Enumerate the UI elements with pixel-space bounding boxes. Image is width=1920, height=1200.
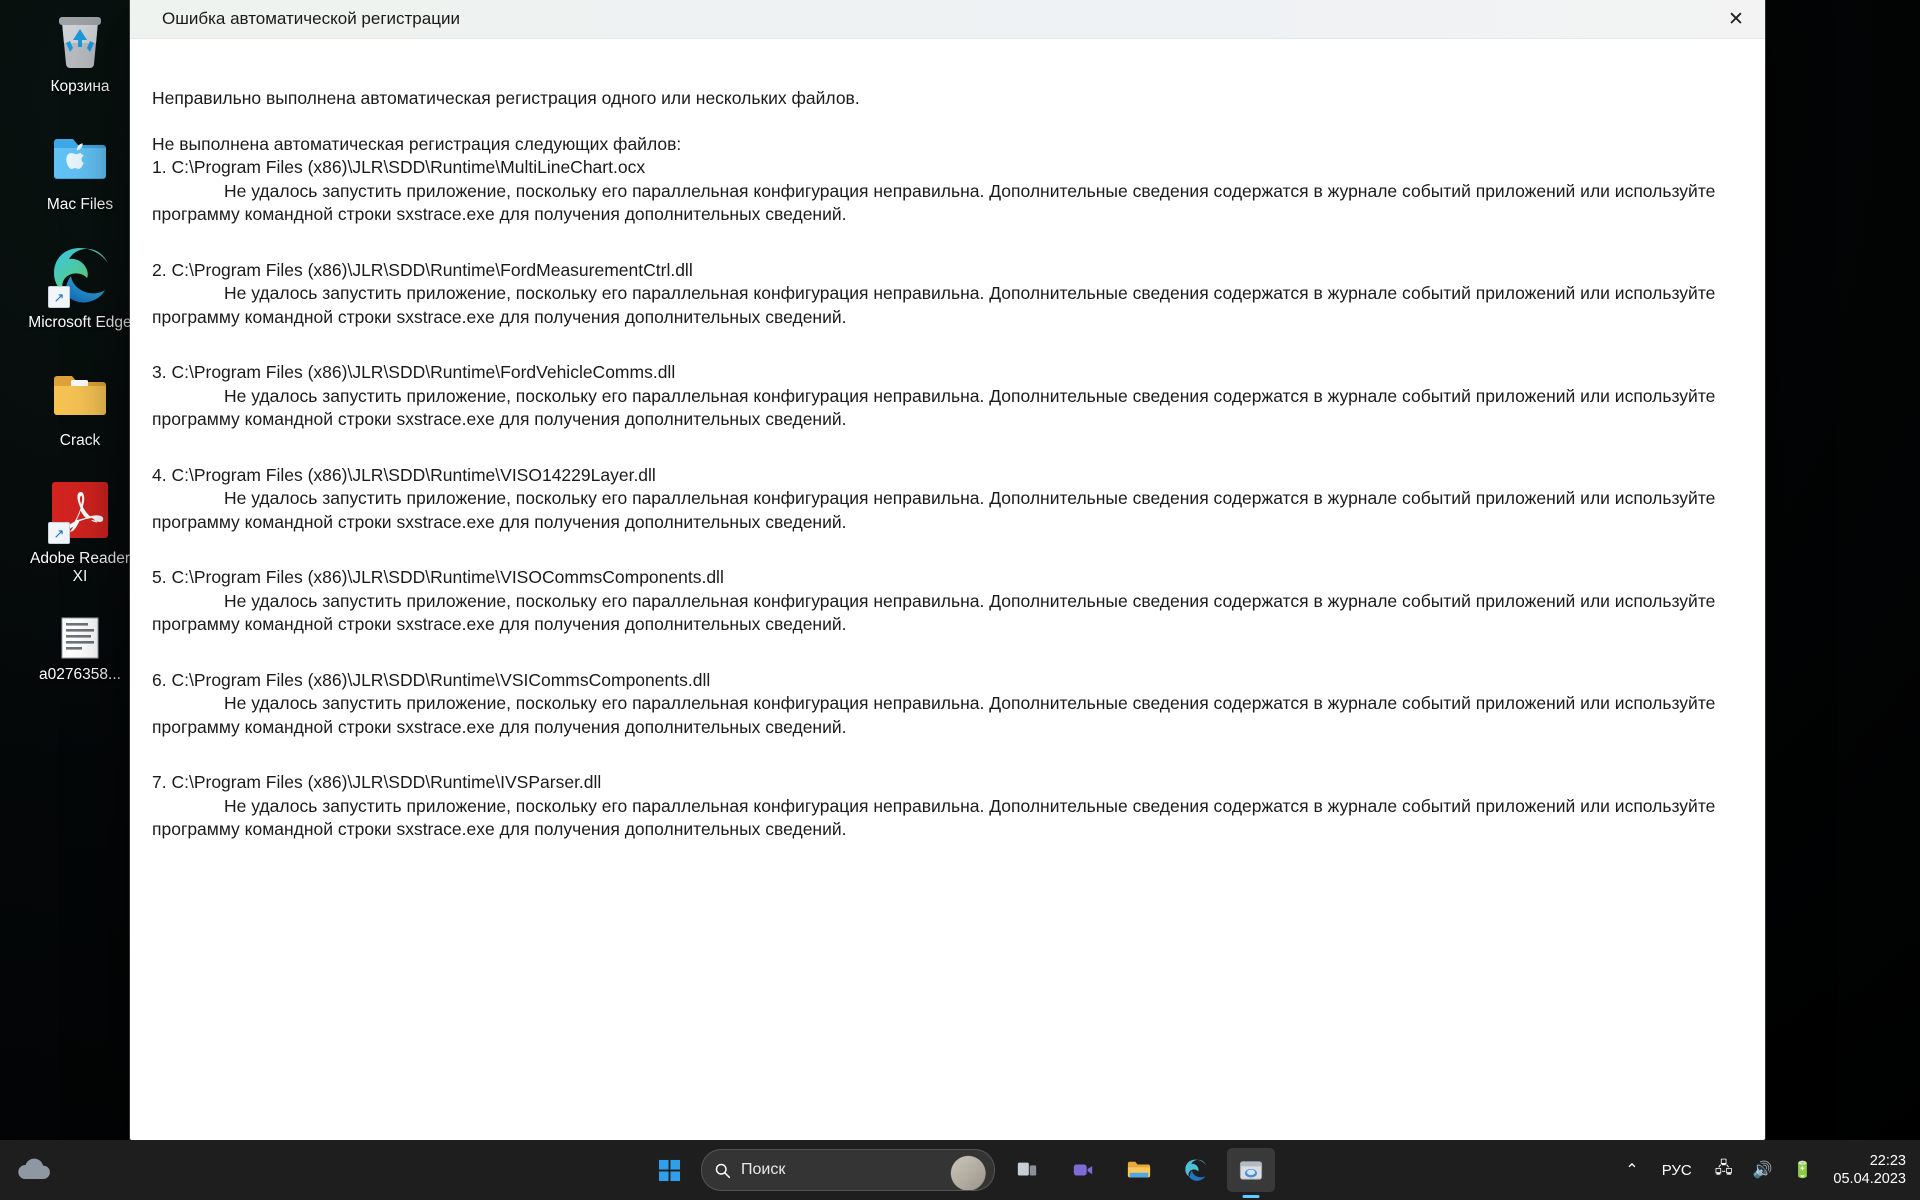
desktop-icon-text-document[interactable]: a0276358... — [23, 616, 137, 684]
text-document-icon — [48, 616, 112, 660]
failed-file-entry: 1. C:\Program Files (x86)\JLR\SDD\Runtim… — [152, 156, 1735, 227]
desktop-icon-label: Adobe Reader XI — [23, 550, 137, 586]
task-view-button[interactable] — [1003, 1148, 1051, 1192]
failed-file-path: 2. C:\Program Files (x86)\JLR\SDD\Runtim… — [152, 259, 1735, 283]
failed-file-path: 5. C:\Program Files (x86)\JLR\SDD\Runtim… — [152, 566, 1735, 590]
installer-button[interactable] — [1227, 1148, 1275, 1192]
desktop-icon-recycle-bin[interactable]: Корзина — [23, 8, 137, 96]
failed-file-entry: 4. C:\Program Files (x86)\JLR\SDD\Runtim… — [152, 464, 1735, 535]
file-explorer-button[interactable] — [1115, 1148, 1163, 1192]
failed-file-path: 6. C:\Program Files (x86)\JLR\SDD\Runtim… — [152, 669, 1735, 693]
failed-file-entry: 6. C:\Program Files (x86)\JLR\SDD\Runtim… — [152, 669, 1735, 740]
desktop-icon-label: Crack — [23, 432, 137, 450]
clock-time: 22:23 — [1833, 1152, 1906, 1170]
failed-file-error-text: Не удалось запустить приложение, посколь… — [152, 282, 1735, 329]
task-view-icon — [1016, 1159, 1038, 1181]
autoregistration-error-dialog: Ошибка автоматической регистрации ✕ Непр… — [130, 0, 1765, 1140]
desktop-icon-label: Microsoft Edge — [23, 314, 137, 332]
failed-file-error-text: Не удалось запустить приложение, посколь… — [152, 385, 1735, 432]
cloud-icon — [14, 1156, 54, 1184]
teams-button[interactable] — [1059, 1148, 1107, 1192]
failed-file-path: 3. C:\Program Files (x86)\JLR\SDD\Runtim… — [152, 361, 1735, 385]
shortcut-arrow-icon: ↗ — [48, 286, 70, 308]
dialog-titlebar[interactable]: Ошибка автоматической регистрации ✕ — [130, 0, 1765, 39]
adobe-reader-icon: ↗ — [48, 480, 112, 544]
search-input[interactable]: Поиск — [701, 1149, 995, 1191]
start-button[interactable] — [645, 1148, 693, 1192]
edge-icon — [1183, 1158, 1208, 1183]
edge-button[interactable] — [1171, 1148, 1219, 1192]
recycle-bin-icon — [48, 8, 112, 72]
failed-file-error-text: Не удалось запустить приложение, посколь… — [152, 692, 1735, 739]
folder-apple-icon — [48, 126, 112, 190]
edge-icon: ↗ — [48, 244, 112, 308]
close-button[interactable]: ✕ — [1707, 0, 1765, 38]
failed-file-path: 4. C:\Program Files (x86)\JLR\SDD\Runtim… — [152, 464, 1735, 488]
shortcut-arrow-icon: ↗ — [48, 522, 70, 544]
battery-icon[interactable]: 🔋 — [1788, 1154, 1818, 1186]
failed-file-entry: 5. C:\Program Files (x86)\JLR\SDD\Runtim… — [152, 566, 1735, 637]
system-tray: ⌃ РУС 🖧 🔊 🔋 22:23 05.04.2023 — [1620, 1140, 1920, 1200]
desktop-icon-label: Mac Files — [23, 196, 137, 214]
failed-file-entry: 2. C:\Program Files (x86)\JLR\SDD\Runtim… — [152, 259, 1735, 330]
failed-file-error-text: Не удалось запустить приложение, посколь… — [152, 795, 1735, 842]
desktop-icon-crack[interactable]: Crack — [23, 362, 137, 450]
network-icon[interactable]: 🖧 — [1710, 1151, 1738, 1190]
clock-date: 05.04.2023 — [1833, 1170, 1906, 1188]
failed-file-error-text: Не удалось запустить приложение, посколь… — [152, 487, 1735, 534]
failed-file-error-text: Не удалось запустить приложение, посколь… — [152, 180, 1735, 227]
search-icon — [714, 1162, 731, 1179]
desktop-icon-mac-files[interactable]: Mac Files — [23, 126, 137, 214]
video-camera-icon — [1072, 1159, 1094, 1181]
language-indicator[interactable]: РУС — [1654, 1156, 1700, 1185]
failed-file-error-text: Не удалось запустить приложение, посколь… — [152, 590, 1735, 637]
failed-file-entry: 7. C:\Program Files (x86)\JLR\SDD\Runtim… — [152, 771, 1735, 842]
failed-file-list: 1. C:\Program Files (x86)\JLR\SDD\Runtim… — [152, 156, 1735, 842]
desktop-icon-label: Корзина — [23, 78, 137, 96]
folder-icon — [1127, 1159, 1151, 1181]
speaker-icon[interactable]: 🔊 — [1748, 1154, 1778, 1186]
dialog-intro-text: Неправильно выполнена автоматическая рег… — [152, 87, 1735, 111]
failed-file-entry: 3. C:\Program Files (x86)\JLR\SDD\Runtim… — [152, 361, 1735, 432]
taskbar-weather-widget[interactable] — [0, 1156, 134, 1184]
desktop-icon-label: a0276358... — [23, 666, 137, 684]
failed-file-path: 1. C:\Program Files (x86)\JLR\SDD\Runtim… — [152, 156, 1735, 180]
search-mascot-image — [936, 1152, 988, 1190]
dialog-title: Ошибка автоматической регистрации — [162, 9, 460, 29]
taskbar-buttons: Поиск — [645, 1148, 1275, 1192]
chevron-up-icon[interactable]: ⌃ — [1620, 1154, 1643, 1186]
dialog-lead-text: Не выполнена автоматическая регистрация … — [152, 133, 1735, 157]
desktop-icon-microsoft-edge[interactable]: ↗ Microsoft Edge — [23, 244, 137, 332]
taskbar: Поиск — [0, 1140, 1920, 1200]
search-placeholder: Поиск — [741, 1161, 785, 1179]
desktop-icon-adobe-reader[interactable]: ↗ Adobe Reader XI — [23, 480, 137, 586]
windows-logo-icon — [658, 1159, 681, 1182]
folder-icon — [48, 362, 112, 426]
clock[interactable]: 22:23 05.04.2023 — [1827, 1152, 1906, 1188]
dialog-content: Неправильно выполнена автоматическая рег… — [130, 39, 1765, 1140]
desktop[interactable]: Корзина Mac Files — [0, 0, 1920, 1200]
installer-window-icon — [1239, 1159, 1263, 1182]
failed-file-path: 7. C:\Program Files (x86)\JLR\SDD\Runtim… — [152, 771, 1735, 795]
